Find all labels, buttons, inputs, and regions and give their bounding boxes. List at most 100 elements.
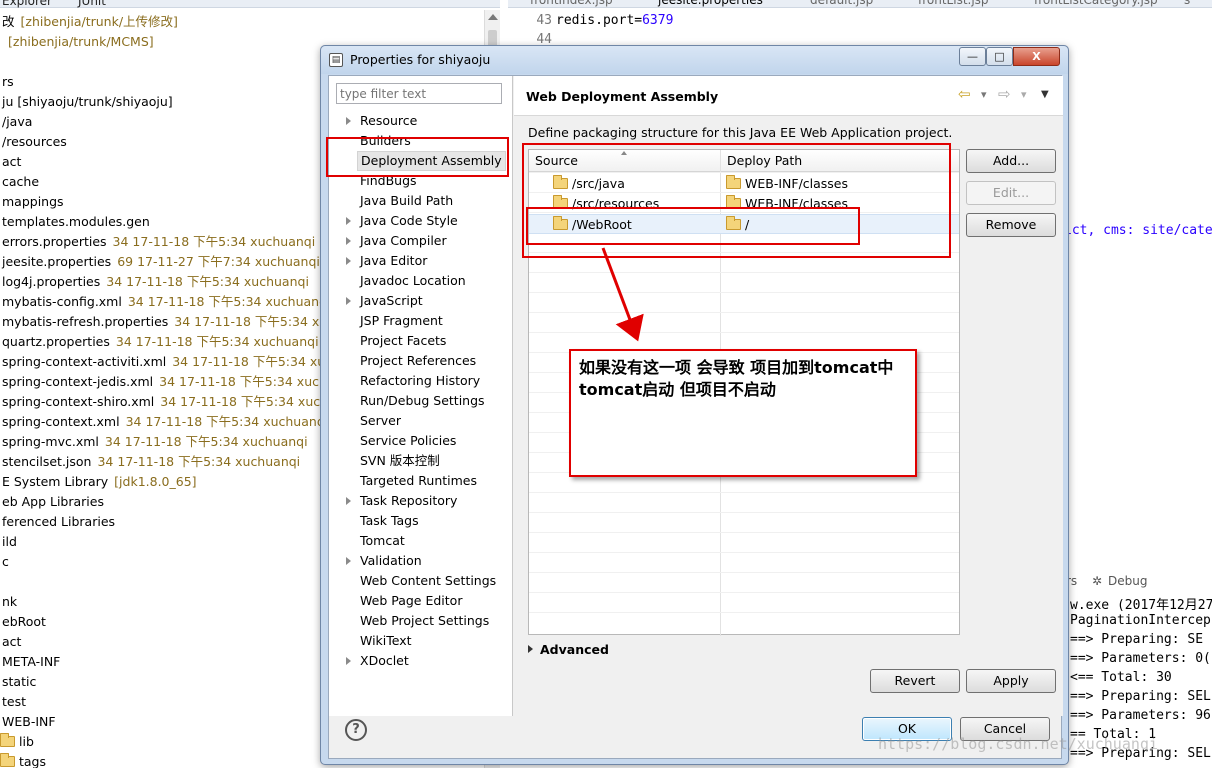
nav-item[interactable]: Task Repository bbox=[346, 491, 457, 511]
tree-item[interactable]: mybatis-refresh.properties 34 17-11-18 下午… bbox=[2, 312, 342, 332]
nav-item[interactable]: JavaScript bbox=[346, 291, 423, 311]
expand-arrow-icon[interactable] bbox=[346, 497, 351, 505]
back-arrow-icon[interactable]: ⇦ bbox=[958, 85, 971, 103]
row-divider bbox=[529, 332, 959, 333]
expand-arrow-icon[interactable] bbox=[346, 657, 351, 665]
minimize-button[interactable]: — bbox=[959, 47, 986, 66]
nav-item[interactable]: SVN 版本控制 bbox=[360, 451, 440, 471]
advanced-section-toggle[interactable]: Advanced bbox=[528, 642, 609, 657]
tree-item[interactable]: test bbox=[2, 692, 26, 712]
revert-button[interactable]: Revert bbox=[870, 669, 960, 693]
maximize-button[interactable]: □ bbox=[986, 47, 1013, 66]
explorer-tab[interactable]: Explorer bbox=[2, 0, 52, 8]
editor-tab[interactable]: jeesite.properties bbox=[658, 0, 763, 7]
editor-tab[interactable]: frontList.jsp bbox=[918, 0, 989, 7]
nav-item-label: Java Code Style bbox=[360, 213, 458, 228]
tree-item[interactable]: ebRoot bbox=[2, 612, 46, 632]
tree-item[interactable]: tags bbox=[0, 752, 46, 768]
scroll-up-icon[interactable] bbox=[488, 14, 498, 20]
expand-arrow-icon[interactable] bbox=[346, 117, 351, 125]
tree-item[interactable]: mappings bbox=[2, 192, 64, 212]
tree-item[interactable]: 改 [zhibenjia/trunk/上传修改] bbox=[2, 12, 178, 32]
tree-item[interactable]: c bbox=[2, 552, 9, 572]
tree-item[interactable]: eb App Libraries bbox=[2, 492, 104, 512]
view-menu-icon[interactable]: ▼ bbox=[1041, 89, 1049, 100]
nav-item[interactable]: Web Content Settings bbox=[360, 571, 496, 591]
nav-item[interactable]: Tomcat bbox=[360, 531, 405, 551]
annotation-callout: 如果没有这一项 会导致 项目加到tomcat中 tomcat启动 但项目不启动 bbox=[569, 349, 917, 477]
nav-item[interactable]: WikiText bbox=[360, 631, 412, 651]
forward-arrow-icon[interactable]: ⇨ bbox=[998, 85, 1011, 103]
expand-arrow-icon[interactable] bbox=[346, 557, 351, 565]
nav-item[interactable]: Project References bbox=[360, 351, 476, 371]
tree-item[interactable]: [zhibenjia/trunk/MCMS] bbox=[2, 32, 154, 52]
nav-item[interactable]: Run/Debug Settings bbox=[360, 391, 485, 411]
tree-item[interactable]: spring-context.xml 34 17-11-18 下午5:34 xuc… bbox=[2, 412, 328, 432]
tree-item[interactable]: /java bbox=[2, 112, 32, 132]
add-button[interactable]: Add... bbox=[966, 149, 1056, 173]
expand-arrow-icon[interactable] bbox=[346, 297, 351, 305]
tree-item[interactable]: templates.modules.gen bbox=[2, 212, 150, 232]
tree-item[interactable]: ju [shiyaoju/trunk/shiyaoju] bbox=[2, 92, 173, 112]
forward-menu-icon[interactable]: ▾ bbox=[1021, 88, 1027, 101]
tree-item[interactable]: errors.properties 34 17-11-18 下午5:34 xuch… bbox=[2, 232, 315, 252]
tree-item[interactable]: act bbox=[2, 632, 21, 652]
nav-item[interactable]: Java Code Style bbox=[346, 211, 458, 231]
nav-item[interactable]: Java Compiler bbox=[346, 231, 447, 251]
expand-arrow-icon[interactable] bbox=[346, 217, 351, 225]
expand-arrow-icon[interactable] bbox=[346, 237, 351, 245]
tree-item[interactable]: rs bbox=[2, 72, 14, 92]
nav-item[interactable]: Project Facets bbox=[360, 331, 446, 351]
apply-button[interactable]: Apply bbox=[966, 669, 1056, 693]
expand-arrow-icon[interactable] bbox=[346, 257, 351, 265]
nav-item[interactable]: Web Project Settings bbox=[360, 611, 489, 631]
editor-tab[interactable]: frontIndex.jsp bbox=[530, 0, 613, 7]
dialog-titlebar[interactable]: ▤ Properties for shiyaoju — □ X bbox=[321, 46, 1068, 74]
nav-item[interactable]: Targeted Runtimes bbox=[360, 471, 477, 491]
close-button[interactable]: X bbox=[1013, 47, 1060, 66]
tree-item[interactable]: ild bbox=[2, 532, 17, 552]
tree-item[interactable]: META-INF bbox=[2, 652, 60, 672]
remove-button[interactable]: Remove bbox=[966, 213, 1056, 237]
tree-item[interactable]: act bbox=[2, 152, 21, 172]
tree-item[interactable]: stencilset.json 34 17-11-18 下午5:34 xuchua… bbox=[2, 452, 300, 472]
nav-item[interactable]: JSP Fragment bbox=[360, 311, 443, 331]
help-icon[interactable]: ? bbox=[345, 719, 367, 741]
tree-item[interactable]: jeesite.properties 69 17-11-27 下午7:34 xuc… bbox=[2, 252, 320, 272]
nav-item[interactable]: Web Page Editor bbox=[360, 591, 462, 611]
tree-item[interactable]: static bbox=[2, 672, 36, 692]
edit-button[interactable]: Edit... bbox=[966, 181, 1056, 205]
nav-item[interactable]: Javadoc Location bbox=[360, 271, 466, 291]
junit-tab[interactable]: JUnit bbox=[78, 0, 106, 8]
tree-item[interactable]: log4j.properties 34 17-11-18 下午5:34 xuchu… bbox=[2, 272, 309, 292]
tree-item[interactable]: nk bbox=[2, 592, 17, 612]
editor-tab[interactable]: s bbox=[1184, 0, 1190, 7]
tree-item[interactable]: E System Library [jdk1.8.0_65] bbox=[2, 472, 197, 492]
nav-item[interactable]: Java Build Path bbox=[360, 191, 453, 211]
nav-item[interactable]: Resource bbox=[346, 111, 417, 131]
nav-item[interactable]: Service Policies bbox=[360, 431, 456, 451]
tree-item[interactable]: mybatis-config.xml 34 17-11-18 下午5:34 xuc… bbox=[2, 292, 331, 312]
tree-item[interactable]: spring-context-shiro.xml 34 17-11-18 下午5:… bbox=[2, 392, 344, 412]
tree-item[interactable]: WEB-INF bbox=[2, 712, 56, 732]
tree-item[interactable]: cache bbox=[2, 172, 39, 192]
tree-item[interactable]: spring-context-activiti.xml 34 17-11-18 下… bbox=[2, 352, 348, 372]
tree-item[interactable]: ferenced Libraries bbox=[2, 512, 115, 532]
tree-item[interactable]: quartz.properties 34 17-11-18 下午5:34 xuch… bbox=[2, 332, 319, 352]
nav-item[interactable]: Refactoring History bbox=[360, 371, 480, 391]
filter-input[interactable] bbox=[336, 83, 502, 104]
back-menu-icon[interactable]: ▾ bbox=[981, 88, 987, 101]
nav-item[interactable]: Java Editor bbox=[346, 251, 427, 271]
page-header: Web Deployment Assembly ⇦ ▾ ⇨ ▾ ▼ bbox=[514, 76, 1063, 116]
nav-item[interactable]: Server bbox=[360, 411, 401, 431]
tree-item[interactable]: /resources bbox=[2, 132, 67, 152]
tree-item[interactable]: spring-mvc.xml 34 17-11-18 下午5:34 xuchuan… bbox=[2, 432, 308, 452]
nav-item[interactable]: Task Tags bbox=[360, 511, 419, 531]
editor-tab[interactable]: frontListCategory.jsp bbox=[1034, 0, 1158, 7]
nav-item[interactable]: XDoclet bbox=[346, 651, 409, 671]
editor-tab[interactable]: default.jsp bbox=[810, 0, 873, 7]
tree-item[interactable]: lib bbox=[0, 732, 34, 752]
tree-item[interactable]: spring-context-jedis.xml 34 17-11-18 下午5:… bbox=[2, 372, 343, 392]
debug-tab[interactable]: Debug bbox=[1108, 574, 1147, 588]
nav-item[interactable]: Validation bbox=[346, 551, 422, 571]
